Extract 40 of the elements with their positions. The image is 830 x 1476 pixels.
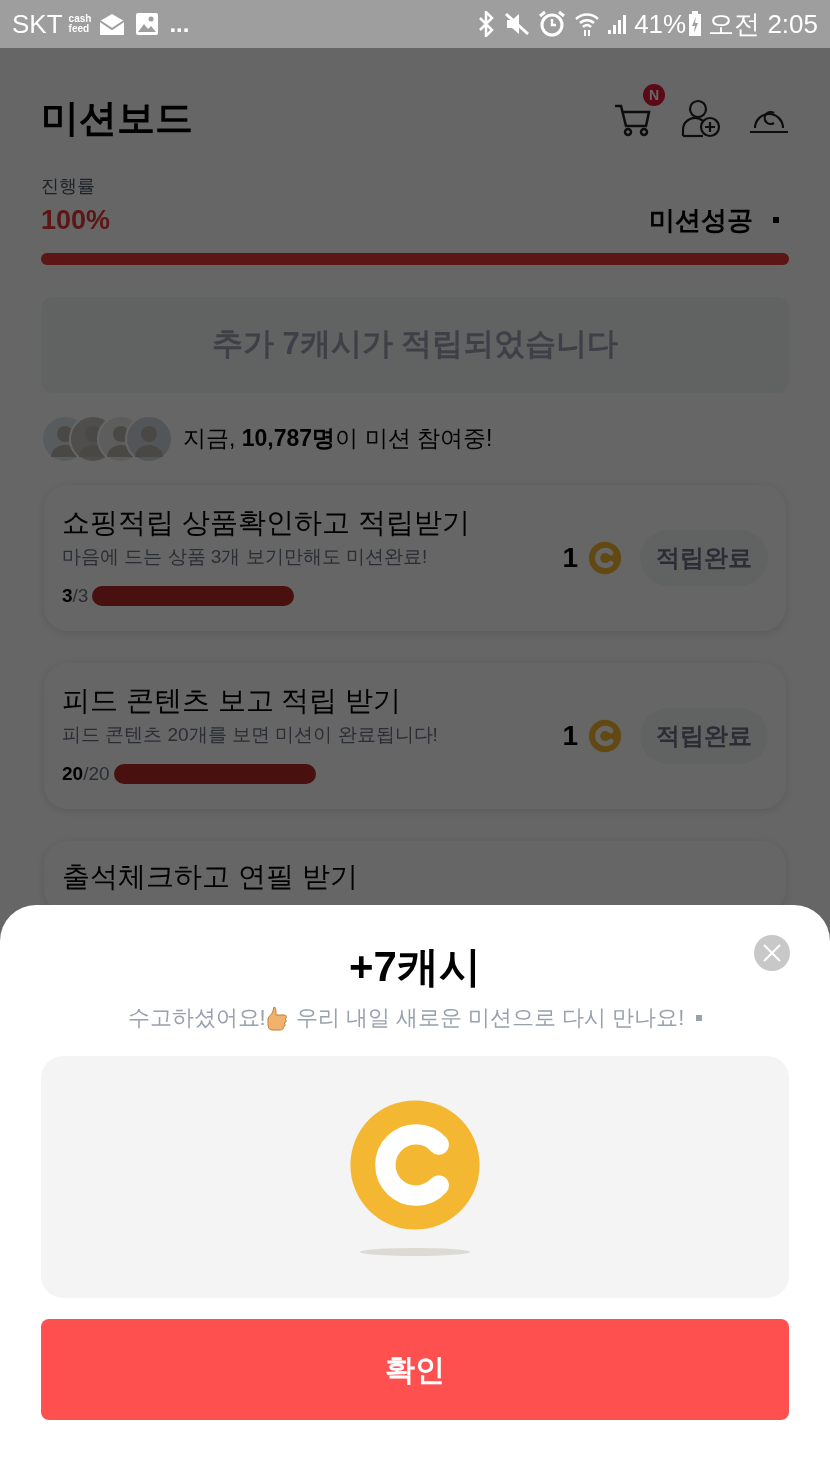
mission-title: 피드 콘텐츠 보고 적립 받기 — [62, 684, 403, 718]
new-badge: N — [643, 84, 665, 106]
app-logo: cash feed — [68, 14, 92, 34]
alarm-icon — [538, 10, 567, 38]
progress-percent: 100% — [41, 204, 111, 237]
thumbs-up-icon — [265, 1004, 288, 1031]
square-icon — [696, 1014, 703, 1021]
mission-status: 미션성공 — [649, 203, 753, 237]
mission-description: 피드 콘텐츠 20개를 보면 미션이 완료됩니다! — [62, 723, 439, 747]
sheet-title: +7캐시 — [349, 942, 481, 992]
mission-title: 쇼핑적립 상품확인하고 적립받기 — [62, 506, 471, 540]
mute-icon — [504, 12, 531, 36]
image-icon — [135, 12, 160, 36]
participants-text: 지금, 10,787명이 미션 참여중! — [183, 424, 493, 454]
mail-icon — [99, 12, 126, 36]
coin-icon — [588, 718, 622, 753]
coin-icon — [347, 1097, 483, 1233]
reward-amount: 1 — [562, 540, 578, 575]
page-title: 미션보드 — [41, 95, 193, 141]
sheet-message: 수고하셨어요! — [127, 1004, 266, 1032]
carrier: SKT — [12, 7, 63, 41]
coin-icon — [588, 540, 622, 575]
add-friend-icon[interactable] — [681, 98, 721, 138]
progress-label: 진행률 — [41, 175, 96, 198]
mission-title: 출석체크하고 연필 받기 — [62, 859, 359, 894]
reward-amount: 1 — [562, 718, 578, 753]
avatar — [125, 414, 173, 463]
mission-count: 20/20 — [62, 761, 110, 786]
status-square-icon — [773, 217, 779, 224]
more-notifications: ... — [169, 12, 190, 36]
mission-description: 마음에 드는 상품 3개 보기만해도 미션완료! — [62, 545, 429, 569]
confirm-button[interactable]: 확인 — [41, 1319, 789, 1420]
wifi-icon — [574, 11, 601, 37]
close-icon — [763, 944, 781, 962]
sheet-message: 우리 내일 새로운 미션으로 다시 만나요! — [295, 1004, 685, 1032]
battery-percent: 41% — [634, 7, 687, 41]
bluetooth-icon — [478, 11, 495, 37]
mission-count: 3/3 — [62, 583, 89, 608]
clock: 오전 2:05 — [708, 7, 818, 41]
battery-charging-icon — [688, 11, 703, 37]
